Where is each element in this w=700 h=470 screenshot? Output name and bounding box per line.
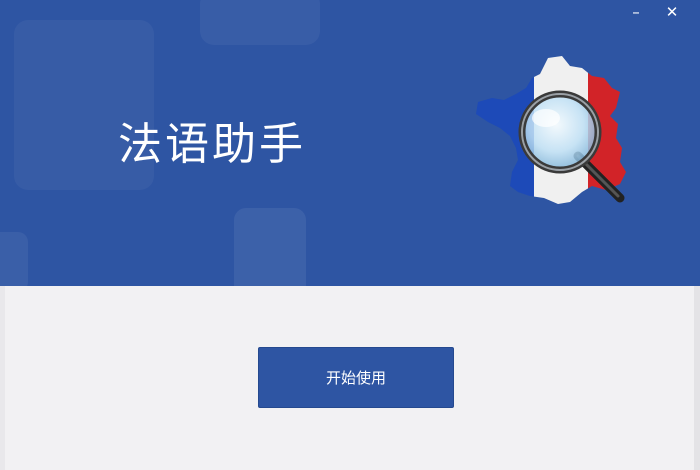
start-button[interactable]: 开始使用 bbox=[258, 347, 454, 408]
window-edge bbox=[694, 286, 700, 470]
decorative-tile bbox=[200, 0, 320, 45]
close-button[interactable]: ✕ bbox=[660, 2, 684, 22]
app-title: 法语助手 bbox=[118, 119, 306, 170]
header-banner: – ✕ 法语助手 bbox=[0, 0, 700, 286]
decorative-tile bbox=[0, 232, 28, 286]
france-map-magnifier-icon bbox=[476, 56, 626, 204]
decorative-tile bbox=[234, 208, 306, 286]
window-edge bbox=[0, 286, 5, 470]
app-window: – ✕ 法语助手 开始使用 bbox=[0, 0, 700, 470]
minimize-button[interactable]: – bbox=[624, 2, 648, 22]
